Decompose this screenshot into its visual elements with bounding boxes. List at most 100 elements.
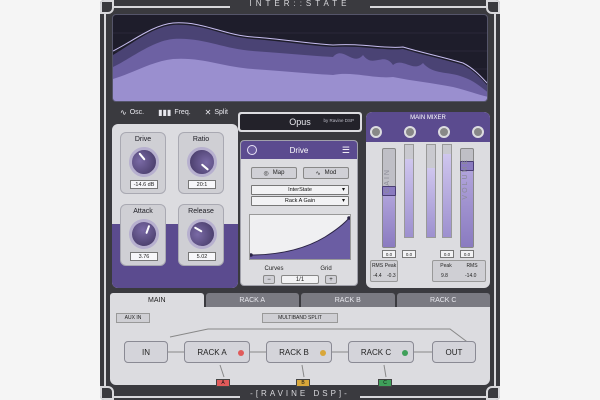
dynamics-panel: Drive -14.6 dB Ratio 20:1 Attack 3.76 Re… xyxy=(112,124,238,288)
rms-label: RMS xyxy=(371,263,384,269)
status-dot xyxy=(238,350,244,356)
tab-rack-a[interactable]: RACK A xyxy=(205,293,299,307)
bars-icon: ▮▮▮ xyxy=(158,107,172,117)
power-icon[interactable] xyxy=(247,145,257,155)
status-dot xyxy=(320,350,326,356)
corner-ornament xyxy=(100,0,114,14)
node-rack-c-label: RACK C xyxy=(360,347,392,357)
node-rack-c[interactable]: RACK C xyxy=(348,341,414,363)
mod-target-select[interactable]: Rack A Gain ▾ xyxy=(251,196,349,206)
release-knob-label: Release xyxy=(188,208,214,215)
osc-label: Osc. xyxy=(129,108,145,116)
next-page-button[interactable]: + xyxy=(325,275,337,284)
freq-label: Freq. xyxy=(174,108,191,116)
gain-fader-fill xyxy=(383,191,395,247)
main-mixer: MAIN MIXER GAIN 0.0 0.0 VOLUME 0.0 0.0 R… xyxy=(366,112,490,288)
drive-knob-box: Drive -14.6 dB xyxy=(120,132,166,194)
peak-label: Peak xyxy=(384,263,397,269)
map-button[interactable]: ◎ Map xyxy=(251,167,297,179)
mixer-title: MAIN MIXER xyxy=(410,115,446,121)
target-icon: ◎ xyxy=(263,170,269,177)
split-label: Split xyxy=(214,108,228,116)
node-rack-b-label: RACK B xyxy=(279,347,309,357)
map-label: Map xyxy=(272,170,285,176)
mod-button[interactable]: ∿ Mod xyxy=(303,167,349,179)
split-toggle[interactable]: ✕ Split xyxy=(205,108,228,117)
volume-pan-knob[interactable] xyxy=(472,126,484,138)
plugin-window: INTER::STATE ∿ Osc. ▮▮▮ Freq. ✕ Split Dr… xyxy=(100,0,500,400)
node-in[interactable]: IN xyxy=(124,341,168,363)
brand-title: INTER::STATE xyxy=(230,0,370,10)
status-dot xyxy=(402,350,408,356)
attack-knob[interactable] xyxy=(124,214,164,254)
preset-selector[interactable]: Opus by Ravine DSP xyxy=(238,112,362,132)
drive-knob-label: Drive xyxy=(134,136,152,143)
wave-icon: ∿ xyxy=(120,107,127,117)
node-rack-a[interactable]: RACK A xyxy=(184,341,250,363)
chevron-down-icon: ▾ xyxy=(341,187,345,193)
gain-value[interactable]: 0.0 xyxy=(382,250,396,258)
gain-fader[interactable] xyxy=(382,148,396,248)
meter-level xyxy=(405,158,413,237)
corner-ornament xyxy=(486,386,500,400)
volume-meter-right xyxy=(426,144,436,238)
volume-value[interactable]: 0.0 xyxy=(460,250,474,258)
drive-panel: Drive ☰ ◎ Map ∿ Mod InterState ▾ Rack A … xyxy=(240,140,358,286)
tab-main[interactable]: MAIN xyxy=(110,293,204,307)
prev-page-button[interactable]: − xyxy=(263,275,275,284)
lfo-icon: ∿ xyxy=(315,170,321,177)
volume-link-knob[interactable] xyxy=(438,126,450,138)
attack-value[interactable]: 3.76 xyxy=(130,252,158,261)
volume-meter-left xyxy=(442,144,452,238)
release-knob-box: Release 5.02 xyxy=(178,204,224,266)
brand-footer: -[RAVINE DSP]- xyxy=(240,388,360,400)
rack-b-tag[interactable]: B xyxy=(296,379,310,387)
node-out[interactable]: OUT xyxy=(432,341,476,363)
split-icon: ✕ xyxy=(204,107,212,117)
mod-source-value: InterState xyxy=(288,187,312,193)
gain-pan-knob[interactable] xyxy=(404,126,416,138)
rack-a-tag[interactable]: A xyxy=(216,379,230,387)
mod-curve-editor[interactable] xyxy=(249,214,351,260)
grid-label: Grid xyxy=(320,266,332,272)
knob-indicator xyxy=(200,163,210,171)
gain-label: GAIN xyxy=(384,168,391,194)
gain-link-knob[interactable] xyxy=(370,126,382,138)
node-rack-a-label: RACK A xyxy=(197,347,227,357)
release-value[interactable]: 5.02 xyxy=(188,252,216,261)
spectrum-analyzer[interactable] xyxy=(112,14,488,102)
release-knob[interactable] xyxy=(181,213,223,255)
gain-meter-left xyxy=(404,144,414,238)
rack-c-tag[interactable]: C xyxy=(378,379,392,387)
rms-value: -14.0 xyxy=(465,273,477,279)
page-indicator: 1/1 xyxy=(281,275,319,284)
curve-graph xyxy=(249,216,351,259)
mod-label: Mod xyxy=(324,170,337,176)
drive-title: Drive xyxy=(289,145,309,155)
ratio-knob-label: Ratio xyxy=(192,136,210,143)
node-rack-b[interactable]: RACK B xyxy=(266,341,332,363)
peak-value: 9.8 xyxy=(441,273,448,279)
drive-value[interactable]: -14.6 dB xyxy=(130,180,158,189)
rms-label: RMS xyxy=(466,263,478,269)
preset-display: Opus by Ravine DSP xyxy=(240,114,360,130)
ratio-knob[interactable] xyxy=(180,140,224,184)
osc-toggle[interactable]: ∿ Osc. xyxy=(120,108,144,117)
mod-source-select[interactable]: InterState ▾ xyxy=(251,185,349,195)
ratio-value[interactable]: 20:1 xyxy=(188,180,216,189)
freq-toggle[interactable]: ▮▮▮ Freq. xyxy=(158,108,191,117)
grid-button[interactable]: Grid xyxy=(303,263,349,275)
curves-button[interactable]: Curves xyxy=(251,263,297,275)
drive-knob[interactable] xyxy=(122,140,166,184)
ratio-knob-box: Ratio 20:1 xyxy=(178,132,224,194)
knob-indicator xyxy=(145,224,151,235)
routing-panel: AUX IN MULTIBAND SPLIT IN RACK A RACK B … xyxy=(110,307,490,387)
tab-rack-b[interactable]: RACK B xyxy=(301,293,395,307)
gain-meter-value: 0.0 xyxy=(402,250,416,258)
tab-rack-c[interactable]: RACK C xyxy=(396,293,490,307)
meter-level xyxy=(443,154,451,237)
mod-target-value: Rack A Gain xyxy=(284,198,316,204)
corner-ornament xyxy=(486,0,500,14)
menu-icon[interactable]: ☰ xyxy=(342,145,350,156)
attack-knob-label: Attack xyxy=(133,208,153,215)
